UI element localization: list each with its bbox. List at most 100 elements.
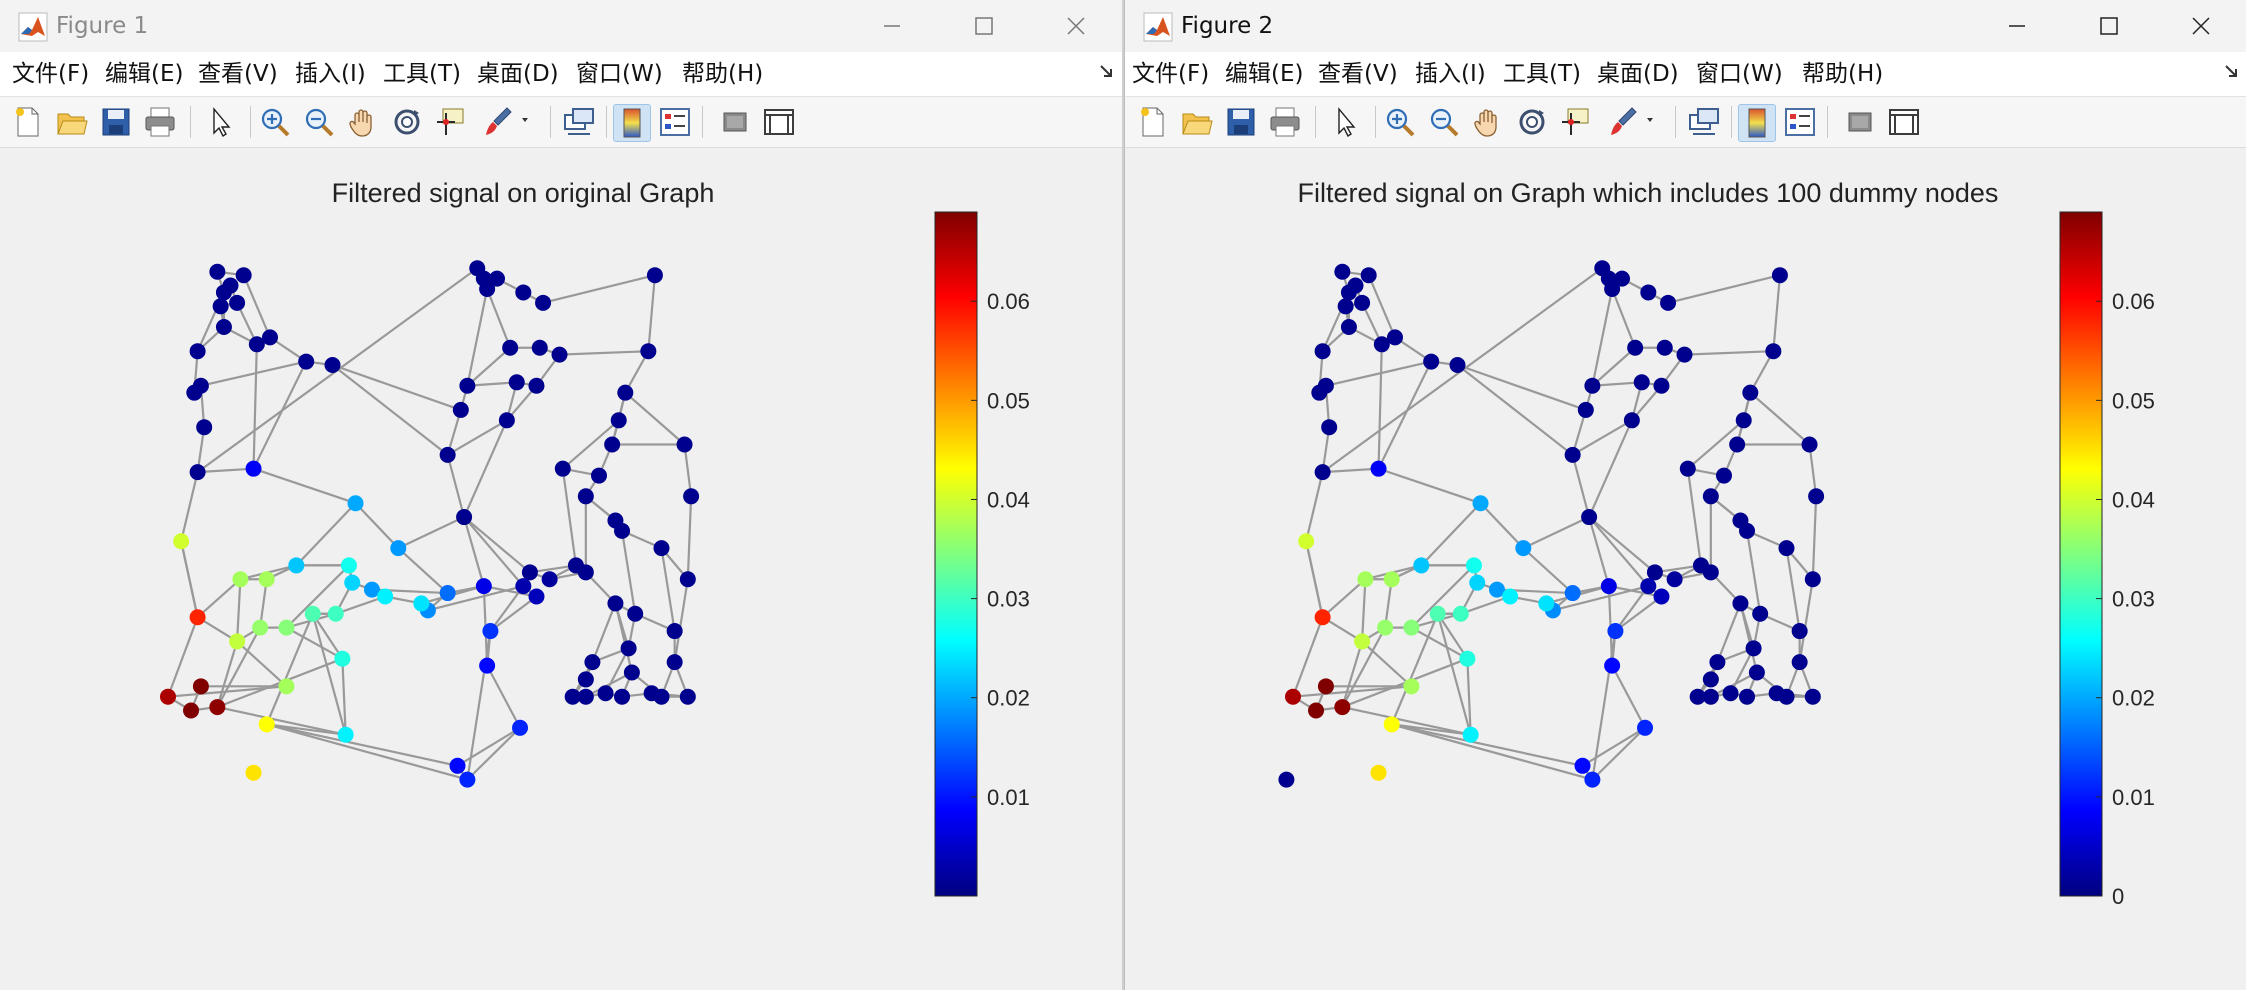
graph-node[interactable] [614, 688, 631, 705]
graph-node[interactable] [610, 412, 627, 429]
graph-node[interactable] [1640, 284, 1657, 301]
menu-window[interactable]: 窗口(W) [576, 60, 663, 88]
graph-node[interactable] [1702, 688, 1719, 705]
graph-node[interactable] [1564, 585, 1581, 602]
graph-node[interactable] [183, 702, 200, 719]
graph-node[interactable] [554, 460, 571, 477]
graph-node[interactable] [1702, 564, 1719, 581]
graph-node[interactable] [1748, 664, 1765, 681]
graph-node[interactable] [192, 678, 209, 695]
brush-dropdown-button[interactable] [520, 104, 534, 140]
rotate-3d-button[interactable] [389, 104, 425, 140]
graph-node[interactable] [508, 374, 525, 391]
graph-node[interactable] [590, 467, 607, 484]
graph-node[interactable] [1337, 298, 1354, 315]
graph-node[interactable] [1640, 578, 1657, 595]
graph-node[interactable] [1702, 488, 1719, 505]
graph-node[interactable] [459, 377, 476, 394]
graph-node[interactable] [1465, 557, 1482, 574]
graph-node[interactable] [482, 623, 499, 640]
graph-node[interactable] [498, 412, 515, 429]
graph-node[interactable] [1308, 702, 1325, 719]
graph-node[interactable] [258, 571, 275, 588]
pan-hand-button[interactable] [345, 104, 381, 140]
graph-node[interactable] [1765, 343, 1782, 360]
graph-node[interactable] [1340, 319, 1357, 336]
zoom-in-button[interactable] [1382, 104, 1418, 140]
graph-node[interactable] [1739, 522, 1756, 539]
graph-node[interactable] [1347, 277, 1364, 294]
title-bar[interactable]: Figure 1 [0, 0, 1122, 52]
graph-node[interactable] [245, 764, 262, 781]
graph-node[interactable] [1469, 574, 1486, 591]
graph-node[interactable] [1679, 460, 1696, 477]
graph-node[interactable] [676, 436, 693, 453]
graph-node[interactable] [1377, 619, 1394, 636]
graph-node[interactable] [640, 343, 657, 360]
graph-node[interactable] [515, 578, 532, 595]
menu-insert[interactable]: 插入(I) [295, 60, 366, 88]
graph-node[interactable] [551, 346, 568, 363]
graph-node[interactable] [278, 619, 295, 636]
graph-node[interactable] [327, 605, 344, 622]
graph-node[interactable] [521, 564, 538, 581]
graph-node[interactable] [1502, 588, 1519, 605]
graph-node[interactable] [1577, 401, 1594, 418]
graph-node[interactable] [1771, 267, 1788, 284]
graph-node[interactable] [1676, 346, 1693, 363]
colorbar[interactable]: 0.01 0.02 0.03 0.04 0.05 0.06 [934, 211, 1030, 897]
graph-node[interactable] [1370, 460, 1387, 477]
graph-node[interactable] [1735, 412, 1752, 429]
graph-node[interactable] [1403, 619, 1420, 636]
legend-button[interactable] [1782, 104, 1818, 140]
graph-node[interactable] [1462, 726, 1479, 743]
graph-node[interactable] [196, 419, 213, 436]
rotate-3d-button[interactable] [1514, 104, 1550, 140]
graph-node[interactable] [1429, 605, 1446, 622]
graph-node[interactable] [1715, 467, 1732, 484]
graph-node[interactable] [1607, 623, 1624, 640]
graph-node[interactable] [1732, 595, 1749, 612]
graph-node[interactable] [512, 719, 529, 736]
graph-node[interactable] [1778, 540, 1795, 557]
graph-node[interactable] [607, 595, 624, 612]
graph-node[interactable] [577, 688, 594, 705]
graph-node[interactable] [1729, 436, 1746, 453]
graph-node[interactable] [1449, 357, 1466, 374]
hide-plot-tools-button[interactable] [1842, 104, 1878, 140]
new-figure-button[interactable] [1135, 104, 1171, 140]
menu-tools[interactable]: 工具(T) [1503, 60, 1581, 88]
menu-insert[interactable]: 插入(I) [1415, 60, 1486, 88]
graph-node[interactable] [614, 522, 631, 539]
graph-node[interactable] [1604, 657, 1621, 674]
data-cursor-button[interactable] [1558, 104, 1594, 140]
pan-hand-button[interactable] [1470, 104, 1506, 140]
close-button[interactable] [1030, 0, 1122, 52]
brush-dropdown-button[interactable] [1645, 104, 1659, 140]
graph-node[interactable] [377, 588, 394, 605]
graph-node[interactable] [604, 436, 621, 453]
maximize-button[interactable] [2063, 0, 2155, 52]
graph-node[interactable] [347, 495, 364, 512]
graph-node[interactable] [1413, 557, 1430, 574]
graph-node[interactable] [261, 329, 278, 346]
brush-button[interactable] [481, 104, 517, 140]
graph-node[interactable] [1709, 654, 1726, 671]
graph-node[interactable] [1298, 533, 1315, 550]
graph-node[interactable] [1600, 578, 1617, 595]
graph-node[interactable] [1653, 377, 1670, 394]
graph-node[interactable] [683, 488, 700, 505]
graph-node[interactable] [1584, 771, 1601, 788]
print-button[interactable] [142, 104, 178, 140]
graph-node[interactable] [189, 464, 206, 481]
graph-node[interactable] [1515, 540, 1532, 557]
graph-node[interactable] [1702, 671, 1719, 688]
graph-node[interactable] [1745, 640, 1762, 657]
graph-node[interactable] [1459, 650, 1476, 667]
graph-node[interactable] [666, 654, 683, 671]
zoom-out-button[interactable] [1426, 104, 1462, 140]
menu-desktop[interactable]: 桌面(D) [477, 60, 559, 88]
data-cursor-button[interactable] [433, 104, 469, 140]
figure-1-axes[interactable]: Filtered signal on original Graph0.010.0… [0, 148, 1122, 990]
graph-node[interactable] [617, 384, 634, 401]
